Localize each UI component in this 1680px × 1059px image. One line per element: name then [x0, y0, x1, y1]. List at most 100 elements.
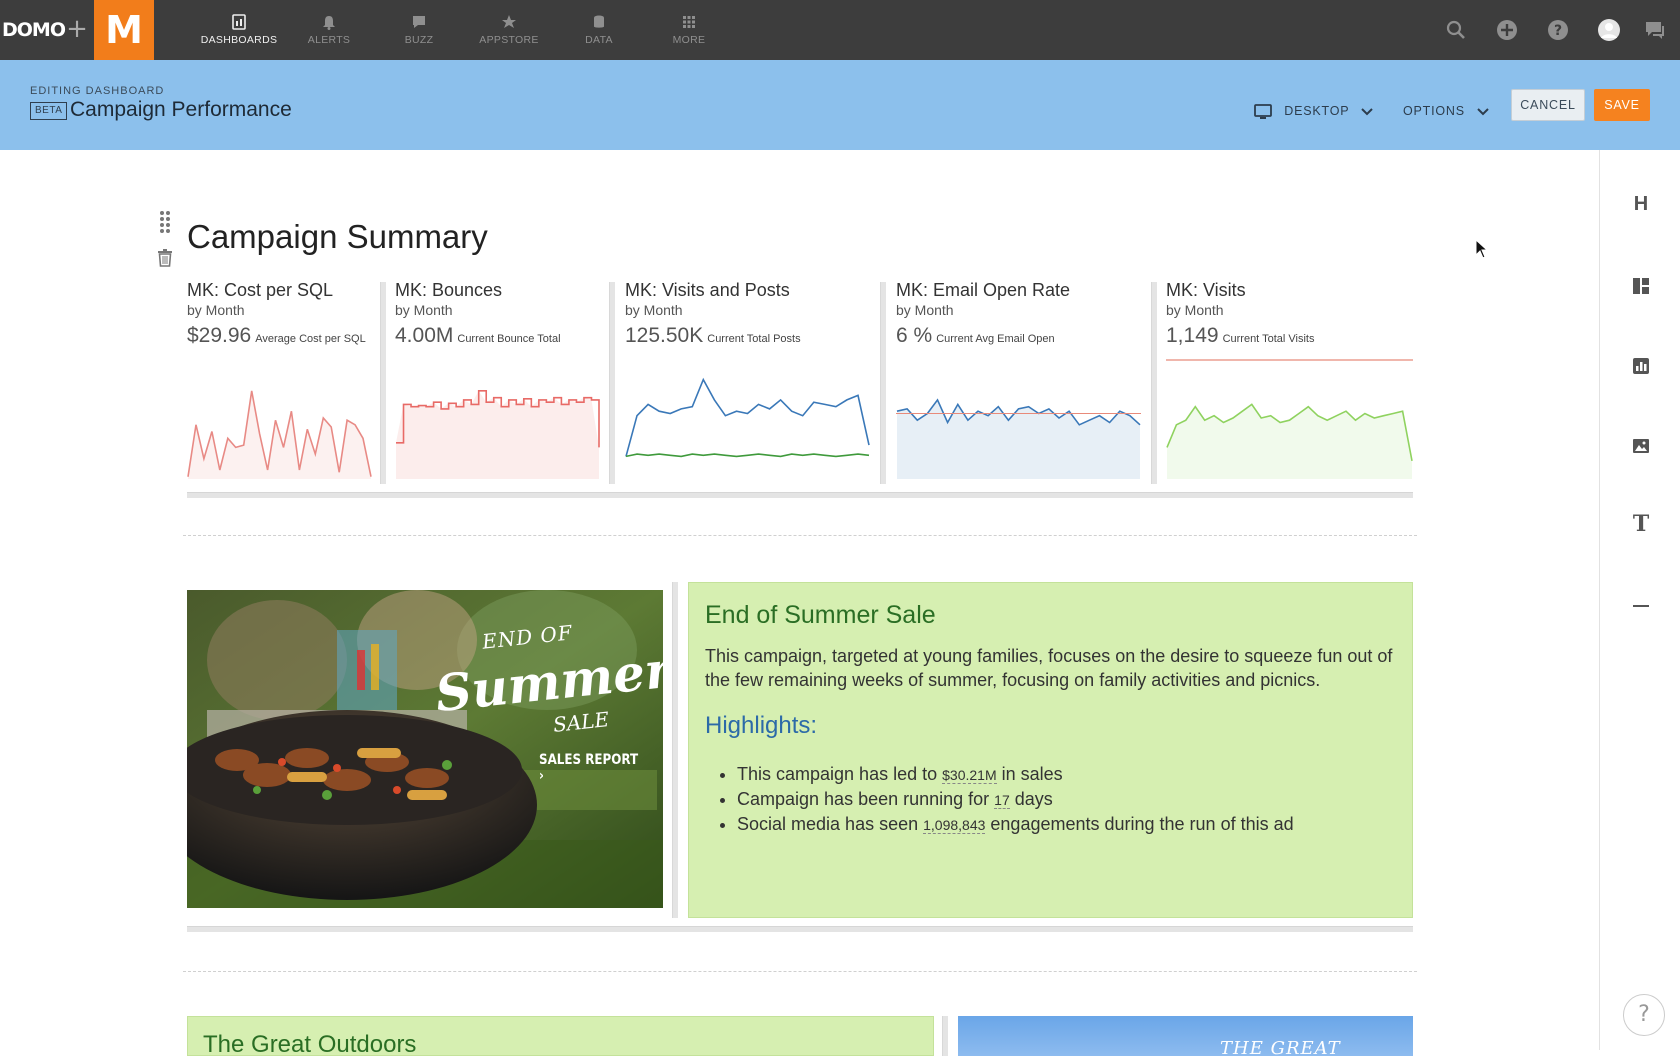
- list-item-text: This campaign has led to: [737, 764, 943, 784]
- card-visits[interactable]: MK: Visits by Month 1,149 Current Total V…: [1166, 280, 1413, 485]
- series-area: [1167, 404, 1412, 479]
- card-summary-value: 4.00M: [395, 324, 454, 347]
- chart-icon[interactable]: [1631, 356, 1651, 376]
- campaign-text-block[interactable]: End of Summer Sale This campaign, target…: [688, 582, 1413, 918]
- add-content-toolbar: H T: [1599, 150, 1680, 1050]
- row-resize-handle[interactable]: [187, 492, 1413, 498]
- highlights-list: This campaign has led to $30.21M in sale…: [705, 762, 1396, 837]
- messages-icon[interactable]: [1643, 18, 1667, 42]
- nav-buzz[interactable]: BUZZ: [374, 0, 464, 60]
- card-chart: [625, 377, 870, 458]
- list-item: This campaign has led to $30.21M in sale…: [737, 762, 1396, 787]
- list-item-text: Campaign has been running for: [737, 789, 995, 809]
- card-resize-handle[interactable]: [609, 282, 615, 484]
- card-subtitle: by Month: [395, 302, 453, 318]
- card-summary-label: Current Total Posts: [707, 333, 801, 345]
- card-resize-handle[interactable]: [380, 282, 386, 484]
- cancel-button[interactable]: CANCEL: [1511, 89, 1585, 121]
- nav-alerts-label: ALERTS: [307, 34, 351, 46]
- view-mode-dropdown[interactable]: DESKTOP: [1254, 96, 1374, 126]
- card-chart: [1166, 359, 1413, 479]
- list-item: Social media has seen 1,098,843 engageme…: [737, 812, 1396, 837]
- trash-icon[interactable]: [157, 249, 173, 267]
- bell-icon: [323, 16, 335, 30]
- series-line: [625, 377, 870, 457]
- card-summary-label: Current Avg Email Open: [936, 333, 1055, 345]
- block-resize-handle[interactable]: [672, 582, 678, 918]
- card-chart: [187, 390, 372, 479]
- metric-value[interactable]: 1,098,843: [923, 817, 986, 834]
- database-icon: [594, 15, 604, 28]
- grid-icon: [683, 16, 695, 28]
- list-item-text: days: [1009, 789, 1053, 809]
- avatar[interactable]: [1597, 18, 1621, 42]
- series-line: [625, 453, 870, 458]
- dashboard-title[interactable]: Campaign Performance: [70, 98, 292, 122]
- highlights-heading: Highlights:: [705, 712, 818, 739]
- list-item-text: in sales: [996, 764, 1063, 784]
- chevron-down-icon: [1477, 107, 1489, 116]
- desktop-icon: [1254, 103, 1272, 119]
- add-circle-icon[interactable]: [1495, 18, 1519, 42]
- card-summary-value: $29.96: [187, 324, 252, 347]
- image-icon[interactable]: [1631, 436, 1651, 456]
- options-dropdown[interactable]: OPTIONS: [1403, 96, 1489, 126]
- card-title: MK: Visits and Posts: [625, 280, 790, 300]
- nav-more[interactable]: MORE: [644, 0, 734, 60]
- card-email-open-rate[interactable]: MK: Email Open Rate by Month 6 % Current …: [896, 280, 1141, 485]
- text-block-body: This campaign, targeted at young familie…: [705, 646, 1393, 690]
- help-icon[interactable]: ?: [1546, 18, 1570, 42]
- outdoors-image[interactable]: THE GREAT: [958, 1016, 1413, 1056]
- card-title: MK: Visits: [1166, 280, 1246, 300]
- plus-icon[interactable]: +: [63, 14, 91, 46]
- card-cost-per-sql[interactable]: MK: Cost per SQL by Month $29.96 Average …: [187, 280, 372, 485]
- card-subtitle: by Month: [1166, 302, 1224, 318]
- card-bounces[interactable]: MK: Bounces by Month 4.00M Current Bounce…: [395, 280, 600, 485]
- company-logo[interactable]: M: [94, 0, 154, 60]
- sales-report-link[interactable]: SALES REPORT ›: [539, 752, 644, 784]
- card-resize-handle[interactable]: [1151, 282, 1157, 484]
- card-resize-handle[interactable]: [880, 282, 886, 484]
- block-resize-handle[interactable]: [942, 1016, 948, 1056]
- nav-data[interactable]: DATA: [554, 0, 644, 60]
- layout-icon[interactable]: [1631, 276, 1651, 296]
- search-icon[interactable]: [1444, 18, 1468, 42]
- beta-badge: BETA: [30, 102, 68, 120]
- card-summary-label: Current Bounce Total: [457, 333, 561, 345]
- metric-value[interactable]: 17: [994, 792, 1010, 809]
- mouse-cursor-icon: [1475, 239, 1489, 259]
- card-chart: [896, 398, 1141, 479]
- text-block-title: End of Summer Sale: [705, 601, 936, 629]
- card-subtitle: by Month: [896, 302, 954, 318]
- appstore-icon: [502, 15, 516, 28]
- promo-image[interactable]: END OF Summer SALE SALES REPORT ›: [187, 590, 663, 908]
- card-summary-value: 6 %: [896, 324, 933, 347]
- divider-icon[interactable]: [1631, 596, 1651, 616]
- drag-handle-icon[interactable]: [158, 210, 172, 234]
- options-label: OPTIONS: [1403, 104, 1465, 118]
- outdoors-text-block[interactable]: The Great Outdoors: [187, 1016, 934, 1058]
- text-icon[interactable]: T: [1631, 513, 1651, 535]
- card-title: MK: Email Open Rate: [896, 280, 1071, 300]
- card-visits-and-posts[interactable]: MK: Visits and Posts by Month 125.50K Cur…: [625, 280, 870, 485]
- row-resize-handle[interactable]: [187, 926, 1413, 932]
- list-item-text: Social media has seen: [737, 814, 924, 834]
- heading-icon[interactable]: H: [1631, 194, 1651, 214]
- section-divider: [183, 971, 1417, 972]
- metric-value[interactable]: $30.21M: [942, 767, 997, 784]
- save-button[interactable]: SAVE: [1594, 89, 1650, 121]
- card-subtitle: by Month: [187, 302, 245, 318]
- nav-alerts[interactable]: ALERTS: [284, 0, 374, 60]
- outdoors-image-text: THE GREAT: [1220, 1038, 1341, 1056]
- nav-appstore[interactable]: APPSTORE: [464, 0, 554, 60]
- nav-appstore-label: APPSTORE: [479, 34, 539, 46]
- section-title[interactable]: Campaign Summary: [187, 218, 488, 256]
- dashboards-icon: [232, 14, 246, 30]
- nav-dashboards-label: DASHBOARDS: [200, 34, 278, 46]
- chevron-down-icon: [1361, 107, 1374, 116]
- card-summary-value: 125.50K: [625, 324, 704, 347]
- domo-logo[interactable]: DOMO: [0, 18, 66, 42]
- help-button[interactable]: ?: [1623, 994, 1665, 1036]
- view-mode-label: DESKTOP: [1284, 104, 1350, 118]
- nav-dashboards[interactable]: DASHBOARDS: [194, 0, 284, 60]
